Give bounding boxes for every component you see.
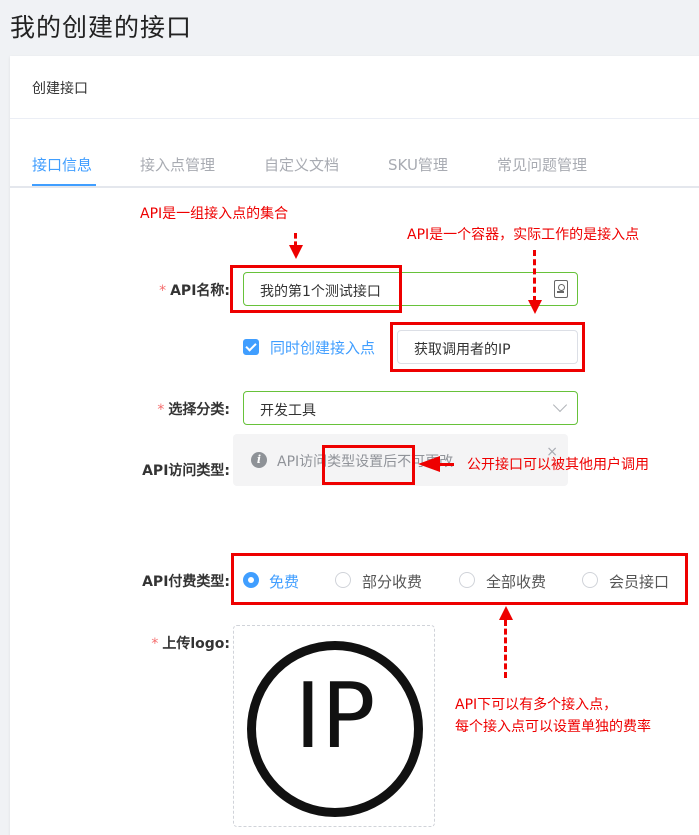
create-endpoint-checkbox[interactable] bbox=[243, 339, 259, 355]
annotation-collection: API是一组接入点的集合 bbox=[140, 206, 289, 222]
tab-bar: 接口信息 接入点管理 自定义文档 SKU管理 常见问题管理 bbox=[10, 151, 699, 188]
highlight-public-radio bbox=[322, 445, 415, 485]
annotation-arrow-head-2 bbox=[528, 300, 542, 314]
create-endpoint-label[interactable]: 同时创建接入点 bbox=[270, 337, 375, 358]
logo-label: * 上传logo: bbox=[151, 636, 230, 652]
info-icon: i bbox=[251, 452, 267, 468]
ip-logo-image: IP bbox=[247, 641, 423, 817]
highlight-api-name bbox=[230, 265, 402, 313]
tab-api-info[interactable]: 接口信息 bbox=[32, 154, 92, 175]
annotation-multi-line1: API下可以有多个接入点， bbox=[455, 697, 618, 713]
pay-type-label: API付费类型: bbox=[142, 574, 230, 590]
tab-endpoint-management[interactable]: 接入点管理 bbox=[140, 154, 215, 175]
highlight-endpoint-name bbox=[390, 322, 585, 372]
annotation-container: API是一个容器，实际工作的是接入点 bbox=[407, 227, 640, 243]
category-select[interactable]: 开发工具 bbox=[243, 391, 578, 425]
highlight-pay-types bbox=[231, 553, 688, 605]
card-header: 创建接口 bbox=[10, 56, 699, 119]
category-value: 开发工具 bbox=[260, 403, 316, 419]
tab-custom-docs[interactable]: 自定义文档 bbox=[264, 154, 339, 175]
active-tab-indicator bbox=[32, 184, 96, 186]
annotation-multi-line2: 每个接入点可以设置单独的费率 bbox=[455, 719, 651, 735]
category-label: * 选择分类: bbox=[157, 402, 230, 418]
tab-faq-management[interactable]: 常见问题管理 bbox=[497, 154, 587, 175]
page-title: 我的创建的接口 bbox=[10, 13, 193, 42]
access-type-label: API访问类型: bbox=[142, 463, 230, 479]
annotation-public: 公开接口可以被其他用户调用 bbox=[467, 457, 649, 473]
tab-sku-management[interactable]: SKU管理 bbox=[388, 154, 448, 175]
ip-logo-text: IP bbox=[294, 664, 376, 769]
annotation-arrow-shaft-4 bbox=[504, 620, 507, 678]
annotation-arrow-shaft-3 bbox=[436, 463, 454, 466]
logo-uploader[interactable]: IP bbox=[233, 625, 435, 827]
api-name-label: * API名称: bbox=[159, 283, 230, 299]
annotation-arrow-shaft-2 bbox=[533, 250, 536, 302]
contact-card-icon[interactable] bbox=[554, 280, 568, 298]
annotation-arrow-head-4 bbox=[499, 606, 513, 620]
annotation-arrow-head-1 bbox=[289, 245, 303, 259]
chevron-down-icon bbox=[552, 397, 568, 413]
